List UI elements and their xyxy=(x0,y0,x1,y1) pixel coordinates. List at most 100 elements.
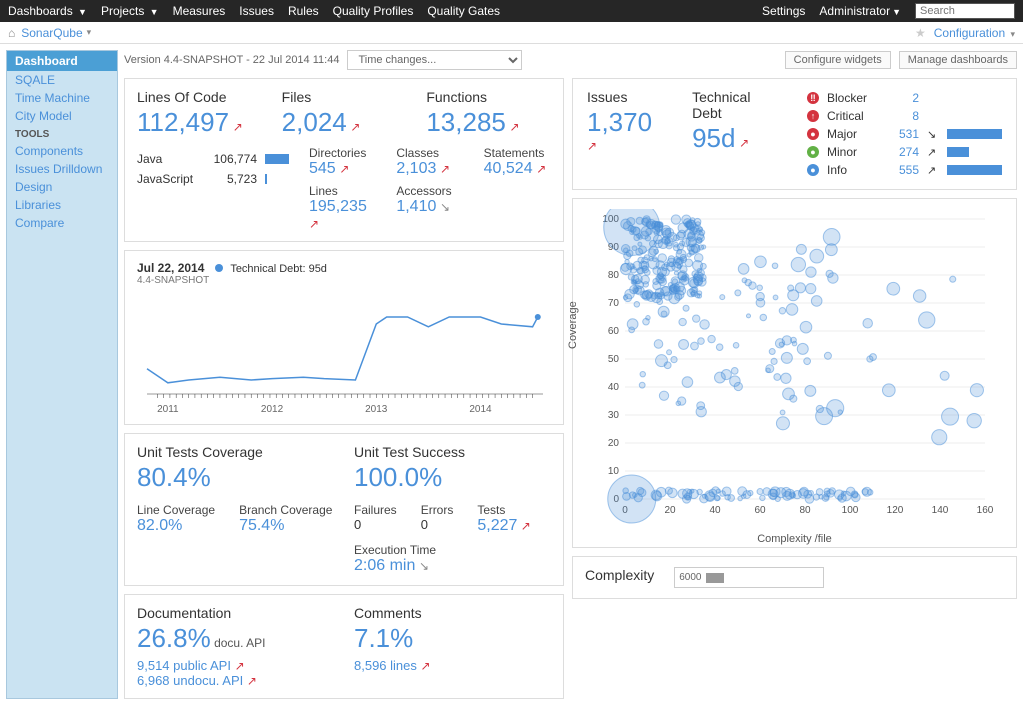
severity-count[interactable]: 274 xyxy=(883,145,919,159)
coverage-panel: Unit Tests Coverage 80.4% Line Coverage8… xyxy=(124,433,564,586)
global-search-input[interactable] xyxy=(915,3,1015,19)
sidebar-tool-issues-drilldown[interactable]: Issues Drilldown xyxy=(7,160,117,178)
complexity-mini-chart: 6000 xyxy=(674,567,824,588)
mini-bar xyxy=(706,573,724,583)
severity-count[interactable]: 555 xyxy=(883,163,919,177)
errors-value: 0 xyxy=(421,517,454,532)
home-icon[interactable]: ⌂ xyxy=(8,26,15,40)
svg-text:20: 20 xyxy=(664,505,676,516)
public-api-link[interactable]: 9,514 public API xyxy=(137,658,231,673)
severity-count[interactable]: 8 xyxy=(883,109,919,123)
nav-quality-gates[interactable]: Quality Gates xyxy=(427,4,500,18)
complexity-panel: Complexity 6000 xyxy=(572,556,1017,599)
classes-value[interactable]: 2,103 xyxy=(396,160,436,177)
documentation-suffix: docu. API xyxy=(211,636,266,650)
configuration-menu[interactable]: Configuration ▾ xyxy=(934,26,1015,40)
severity-count[interactable]: 2 xyxy=(883,91,919,105)
unit-test-success-value[interactable]: 100.0% xyxy=(354,462,442,492)
lang-name: Java xyxy=(137,152,199,166)
line-coverage-value[interactable]: 82.0% xyxy=(137,517,215,535)
trend-up-icon: ↗ xyxy=(235,659,245,673)
failures-label: Failures xyxy=(354,503,397,517)
exec-time-value[interactable]: 2:06 min xyxy=(354,557,415,574)
nav-dashboards[interactable]: Dashboards ▼ xyxy=(8,4,87,18)
sidebar-tool-compare[interactable]: Compare xyxy=(7,214,117,232)
trend-up-icon: ↗ xyxy=(350,120,360,134)
nav-issues[interactable]: Issues xyxy=(239,4,274,18)
sidebar-tool-design[interactable]: Design xyxy=(7,178,117,196)
breadcrumb[interactable]: SonarQube xyxy=(21,26,82,40)
loc-title: Lines Of Code xyxy=(137,89,262,105)
issues-value[interactable]: 1,370 xyxy=(587,107,652,137)
sidebar-item-time-machine[interactable]: Time Machine xyxy=(7,89,117,107)
scatter-x-label: Complexity /file xyxy=(757,533,832,545)
trend-down-icon: ↘ xyxy=(419,559,429,573)
severity-count[interactable]: 531 xyxy=(883,127,919,141)
trend-up-icon: ↗ xyxy=(587,139,597,153)
tests-label: Tests xyxy=(477,503,530,517)
files-title: Files xyxy=(282,89,407,105)
trend-icon: ↘ xyxy=(927,128,939,141)
svg-text:20: 20 xyxy=(608,438,620,449)
settings-link[interactable]: Settings xyxy=(762,4,805,18)
manage-dashboards-button[interactable]: Manage dashboards xyxy=(899,51,1017,69)
trend-up-icon: ↗ xyxy=(339,162,349,176)
chart-date: Jul 22, 2014 xyxy=(137,261,204,275)
severity-blocker-icon: ‼ xyxy=(807,92,819,104)
severity-row-minor: ●Minor274↗ xyxy=(807,143,1002,161)
configure-widgets-button[interactable]: Configure widgets xyxy=(785,51,891,69)
severity-label: Critical xyxy=(827,109,875,123)
files-value[interactable]: 2,024 xyxy=(282,107,347,137)
nav-rules[interactable]: Rules xyxy=(288,4,319,18)
svg-text:140: 140 xyxy=(932,505,949,516)
lang-bar xyxy=(265,154,289,164)
scatter-y-label: Coverage xyxy=(567,301,579,349)
severity-minor-icon: ● xyxy=(807,146,819,158)
star-icon[interactable]: ★ xyxy=(915,26,926,40)
trend-up-icon: ↗ xyxy=(510,120,520,134)
sidebar-tool-components[interactable]: Components xyxy=(7,142,117,160)
undocu-api-link[interactable]: 6,968 undocu. API xyxy=(137,673,243,688)
sidebar-tool-libraries[interactable]: Libraries xyxy=(7,196,117,214)
technical-debt-value[interactable]: 95d xyxy=(692,123,735,153)
svg-text:50: 50 xyxy=(608,354,620,365)
time-changes-select[interactable]: Time changes... xyxy=(347,50,522,70)
lines-value[interactable]: 195,235 xyxy=(309,198,367,215)
trend-up-icon: ↗ xyxy=(536,162,546,176)
functions-title: Functions xyxy=(426,89,551,105)
trend-up-icon: ↗ xyxy=(421,659,431,673)
line-coverage-label: Line Coverage xyxy=(137,503,215,517)
comments-value[interactable]: 7.1% xyxy=(354,623,413,653)
tests-value[interactable]: 5,227 xyxy=(477,517,517,534)
branch-coverage-value[interactable]: 75.4% xyxy=(239,517,332,535)
nav-projects[interactable]: Projects ▼ xyxy=(101,4,159,18)
admin-menu[interactable]: Administrator▼ xyxy=(819,4,901,18)
chart-legend: Technical Debt: 95d xyxy=(230,263,327,275)
issues-panel: Issues 1,370 ↗ Technical Debt 95d ↗ ‼Blo… xyxy=(572,78,1017,190)
coverage-value[interactable]: 80.4% xyxy=(137,462,211,492)
sidebar-item-dashboard[interactable]: Dashboard xyxy=(7,51,117,71)
sidebar-item-city-model[interactable]: City Model xyxy=(7,107,117,125)
comments-title: Comments xyxy=(354,605,551,621)
lines-of-code-panel: Lines Of Code 112,497 ↗ Files 2,024 ↗ Fu… xyxy=(124,78,564,242)
svg-text:2011: 2011 xyxy=(157,404,179,415)
sidebar-item-sqale[interactable]: SQALE xyxy=(7,71,117,89)
mini-chart-label: 6000 xyxy=(679,572,701,583)
svg-text:100: 100 xyxy=(842,505,859,516)
trend-icon: ↗ xyxy=(927,146,939,159)
statements-value[interactable]: 40,524 xyxy=(484,160,533,177)
functions-value[interactable]: 13,285 xyxy=(426,107,506,137)
nav-quality-profiles[interactable]: Quality Profiles xyxy=(333,4,414,18)
accessors-label: Accessors xyxy=(396,184,463,198)
documentation-panel: Documentation 26.8% docu. API 9,514 publ… xyxy=(124,594,564,699)
loc-value[interactable]: 112,497 xyxy=(137,107,229,137)
statements-label: Statements xyxy=(484,146,551,160)
svg-text:2012: 2012 xyxy=(261,404,284,415)
comment-lines-link[interactable]: 8,596 lines xyxy=(354,658,417,673)
nav-measures[interactable]: Measures xyxy=(173,4,226,18)
accessors-value[interactable]: 1,410 xyxy=(396,198,436,215)
severity-row-info: ●Info555↗ xyxy=(807,161,1002,179)
directories-value[interactable]: 545 xyxy=(309,160,336,177)
documentation-value[interactable]: 26.8% xyxy=(137,623,211,653)
lang-bar xyxy=(265,174,267,184)
